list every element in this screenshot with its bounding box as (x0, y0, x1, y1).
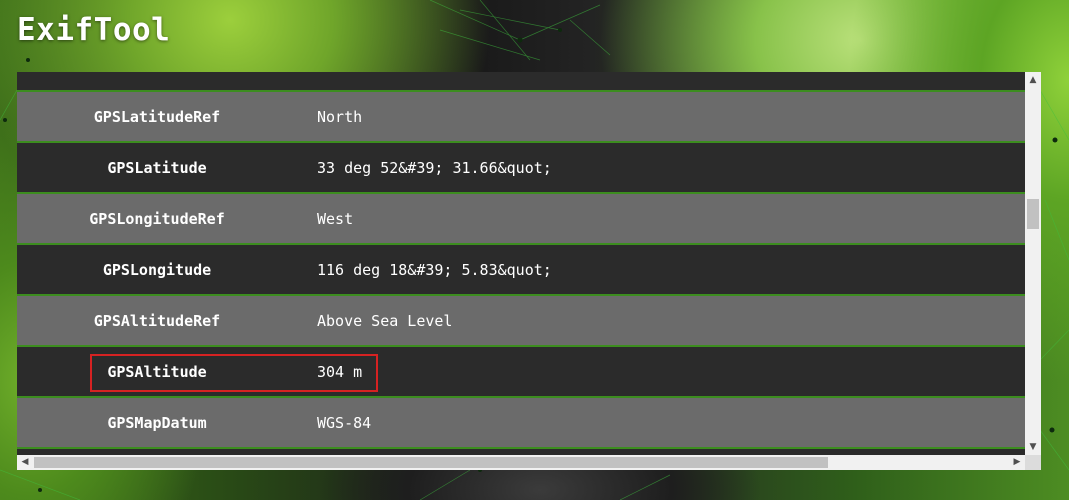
exif-table: GPSLatitudeRef North GPSLatitude 33 deg … (17, 72, 1025, 455)
row-value: 116 deg 18&#39; 5.83&quot; (317, 260, 552, 279)
row-value: West (317, 209, 354, 228)
row-value: Above Sea Level (317, 311, 453, 330)
table-row: GPSLongitudeRef West (17, 192, 1025, 243)
row-value: WGS-84 (317, 413, 372, 432)
table-row-highlighted: GPSAltitude 304 m (17, 345, 1025, 396)
horizontal-scrollbar[interactable]: ◀ ▶ (17, 455, 1025, 470)
row-key: GPSAltitude (107, 362, 207, 381)
row-key: GPSLongitudeRef (89, 209, 225, 228)
vertical-scrollbar[interactable]: ▲ ▼ (1025, 72, 1041, 455)
table-top-strip (17, 72, 1025, 90)
table-row: GPSLatitude 33 deg 52&#39; 31.66&quot; (17, 141, 1025, 192)
row-value: 304 m (317, 362, 363, 381)
row-value: 33 deg 52&#39; 31.66&quot; (317, 158, 552, 177)
chevron-right-icon[interactable]: ▶ (1009, 455, 1025, 470)
scrollbar-corner (1025, 455, 1041, 470)
table-row-partial (17, 447, 1025, 455)
table-row: GPSLongitude 116 deg 18&#39; 5.83&quot; (17, 243, 1025, 294)
row-key: GPSLongitude (102, 260, 212, 279)
app-title: ExifTool (17, 12, 171, 48)
exif-results-panel[interactable]: GPSLatitudeRef North GPSLatitude 33 deg … (17, 72, 1041, 470)
chevron-left-icon[interactable]: ◀ (17, 455, 33, 470)
horizontal-scroll-thumb[interactable] (34, 457, 828, 468)
row-key: GPSMapDatum (107, 413, 207, 432)
row-key: GPSLatitudeRef (93, 107, 221, 126)
vertical-scroll-thumb[interactable] (1027, 199, 1039, 229)
table-row: GPSMapDatum WGS-84 (17, 396, 1025, 447)
chevron-down-icon[interactable]: ▼ (1025, 439, 1041, 455)
row-key: GPSLatitude (107, 158, 207, 177)
row-key: GPSAltitudeRef (93, 311, 221, 330)
row-value: North (317, 107, 363, 126)
chevron-up-icon[interactable]: ▲ (1025, 72, 1041, 88)
table-row: GPSAltitudeRef Above Sea Level (17, 294, 1025, 345)
table-row: GPSLatitudeRef North (17, 90, 1025, 141)
